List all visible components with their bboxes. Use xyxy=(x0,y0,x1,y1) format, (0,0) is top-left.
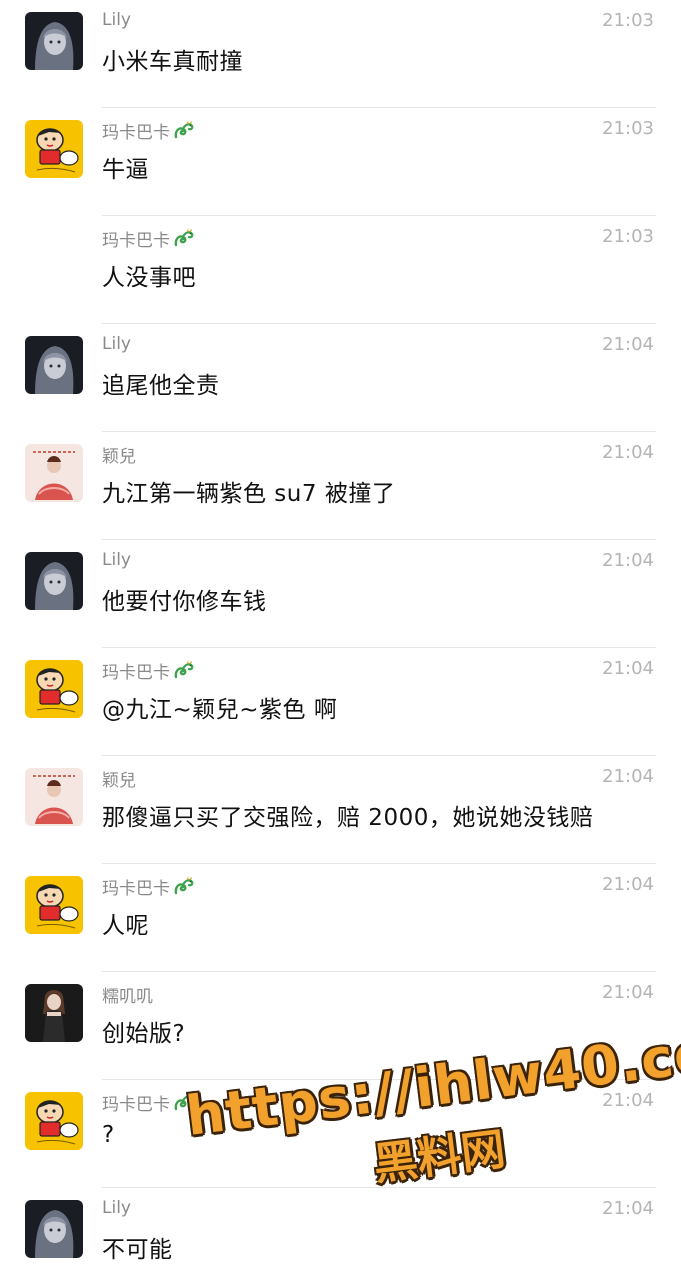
sender-name[interactable]: 玛卡巴卡 xyxy=(102,226,195,251)
message-item[interactable]: Lily 21:04 追尾他全责 xyxy=(0,324,681,432)
message-item[interactable]: 颖兒 21:04 九江第一辆紫色 su7 被撞了 xyxy=(0,432,681,540)
sender-name[interactable]: Lily xyxy=(102,550,131,570)
message-item[interactable]: 颖兒 21:04 那傻逼只买了交强险，赔 2000，她说她没钱赔 xyxy=(0,756,681,864)
message-time: 21:04 xyxy=(602,874,654,895)
message-item[interactable]: Lily 21:03 小米车真耐撞 xyxy=(0,0,681,108)
sender-name-text: 玛卡巴卡 xyxy=(102,663,170,683)
message-text[interactable]: 牛逼 xyxy=(102,150,149,184)
message-item[interactable]: Lily 21:04 他要付你修车钱 xyxy=(0,540,681,648)
message-time: 21:03 xyxy=(602,226,654,247)
message-item[interactable]: 玛卡巴卡 21:04 人呢 xyxy=(0,864,681,972)
message-time: 21:04 xyxy=(602,982,654,1003)
dragon-badge-icon xyxy=(174,877,194,895)
avatar[interactable] xyxy=(25,1200,83,1258)
dragon-badge-icon xyxy=(174,661,194,679)
sender-name[interactable]: 颖兒 xyxy=(102,442,136,467)
message-item[interactable]: 玛卡巴卡 21:03 牛逼 xyxy=(0,108,681,216)
dragon-badge-icon xyxy=(174,1093,194,1111)
message-time: 21:04 xyxy=(602,550,654,571)
sender-name-text: 玛卡巴卡 xyxy=(102,1095,170,1115)
avatar[interactable] xyxy=(25,444,83,502)
message-text[interactable]: 他要付你修车钱 xyxy=(102,582,267,616)
message-text[interactable]: 人没事吧 xyxy=(102,258,196,292)
sender-name-text: Lily xyxy=(102,334,131,354)
message-text[interactable]: 创始版? xyxy=(102,1014,185,1048)
message-text[interactable]: 九江第一辆紫色 su7 被撞了 xyxy=(102,474,395,508)
sender-name[interactable]: Lily xyxy=(102,10,131,30)
sender-name[interactable]: 糯叽叽 xyxy=(102,982,153,1007)
sender-name-text: Lily xyxy=(102,10,131,30)
sender-name-text: 颖兒 xyxy=(102,771,136,791)
sender-name[interactable]: 玛卡巴卡 xyxy=(102,658,195,683)
sender-name-text: 玛卡巴卡 xyxy=(102,879,170,899)
avatar[interactable] xyxy=(25,984,83,1042)
sender-name[interactable]: 玛卡巴卡 xyxy=(102,874,195,899)
message-time: 21:04 xyxy=(602,766,654,787)
avatar[interactable] xyxy=(25,120,83,178)
message-text[interactable]: @九江~颖兒~紫色 啊 xyxy=(102,690,337,724)
sender-name-text: Lily xyxy=(102,1198,131,1218)
sender-name[interactable]: 玛卡巴卡 xyxy=(102,1090,195,1115)
message-time: 21:04 xyxy=(602,1198,654,1219)
message-item[interactable]: 玛卡巴卡 21:03 人没事吧 xyxy=(0,216,681,324)
sender-name[interactable]: Lily xyxy=(102,1198,131,1218)
message-time: 21:04 xyxy=(602,442,654,463)
sender-name-text: 玛卡巴卡 xyxy=(102,123,170,143)
sender-name-text: 颖兒 xyxy=(102,447,136,467)
message-text[interactable]: 不可能 xyxy=(102,1230,173,1264)
sender-name-text: 玛卡巴卡 xyxy=(102,231,170,251)
message-text[interactable]: 那傻逼只买了交强险，赔 2000，她说她没钱赔 xyxy=(102,798,593,832)
message-item[interactable]: 糯叽叽 21:04 创始版? xyxy=(0,972,681,1080)
message-time: 21:04 xyxy=(602,334,654,355)
message-item[interactable]: 玛卡巴卡 21:04? xyxy=(0,1080,681,1188)
message-text[interactable]: 人呢 xyxy=(102,906,149,940)
message-text[interactable]: ? xyxy=(102,1122,115,1148)
message-time: 21:04 xyxy=(602,1090,654,1111)
message-time: 21:03 xyxy=(602,10,654,31)
sender-name-text: Lily xyxy=(102,550,131,570)
sender-name[interactable]: 颖兒 xyxy=(102,766,136,791)
sender-name[interactable]: 玛卡巴卡 xyxy=(102,118,195,143)
chat-feed: Lily 21:03 小米车真耐撞 玛卡巴卡 21:03 牛逼 玛卡巴卡 21:03 人没事吧 L… xyxy=(0,0,681,1280)
avatar[interactable] xyxy=(25,336,83,394)
message-text[interactable]: 追尾他全责 xyxy=(102,366,220,400)
message-text[interactable]: 小米车真耐撞 xyxy=(102,42,243,76)
avatar[interactable] xyxy=(25,876,83,934)
avatar[interactable] xyxy=(25,552,83,610)
message-item[interactable]: Lily 21:04 不可能 xyxy=(0,1188,681,1280)
message-time: 21:03 xyxy=(602,118,654,139)
avatar[interactable] xyxy=(25,660,83,718)
message-item[interactable]: 玛卡巴卡 21:04 @九江~颖兒~紫色 啊 xyxy=(0,648,681,756)
sender-name-text: 糯叽叽 xyxy=(102,987,153,1007)
dragon-badge-icon xyxy=(174,121,194,139)
dragon-badge-icon xyxy=(174,229,194,247)
message-time: 21:04 xyxy=(602,658,654,679)
avatar[interactable] xyxy=(25,1092,83,1150)
avatar[interactable] xyxy=(25,12,83,70)
sender-name[interactable]: Lily xyxy=(102,334,131,354)
avatar[interactable] xyxy=(25,768,83,826)
